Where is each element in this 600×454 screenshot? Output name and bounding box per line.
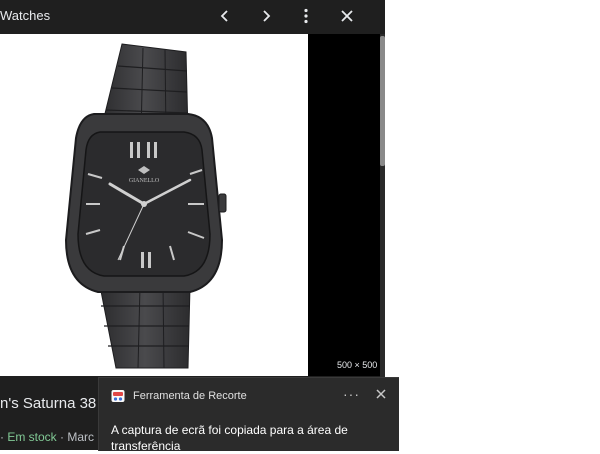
stock-status: Em stock bbox=[7, 430, 57, 444]
image-letterbox bbox=[308, 34, 380, 376]
snipping-tool-icon bbox=[111, 390, 125, 402]
close-viewer-button[interactable] bbox=[330, 0, 364, 32]
chevron-right-icon bbox=[263, 10, 271, 22]
watch-crown bbox=[218, 193, 227, 213]
lower-bracelet bbox=[99, 285, 191, 369]
chevron-left-icon bbox=[220, 10, 228, 22]
separator: · bbox=[60, 430, 65, 444]
more-vert-icon bbox=[304, 8, 308, 24]
brand-label[interactable]: Marc bbox=[67, 430, 94, 444]
next-button[interactable] bbox=[249, 0, 283, 32]
snip-notification[interactable]: Ferramenta de Recorte ··· A captura de e… bbox=[98, 377, 399, 453]
more-options-button[interactable] bbox=[289, 0, 323, 32]
notification-app-name: Ferramenta de Recorte bbox=[133, 390, 247, 402]
viewer-header: Watches bbox=[0, 0, 385, 34]
viewer-title: Watches bbox=[0, 8, 51, 23]
watch-image: GIANELLO bbox=[64, 43, 227, 369]
product-image[interactable]: GIANELLO bbox=[0, 34, 308, 376]
image-dimensions: 500 × 500 bbox=[337, 360, 378, 370]
product-meta: · Em stock · Marc bbox=[0, 430, 94, 444]
scrollbar-thumb[interactable] bbox=[380, 36, 385, 166]
product-title[interactable]: n's Saturna 38 I bbox=[0, 395, 105, 412]
previous-button[interactable] bbox=[208, 0, 242, 32]
close-icon bbox=[341, 10, 353, 22]
notification-more-button[interactable]: ··· bbox=[343, 386, 360, 402]
close-icon[interactable] bbox=[374, 387, 388, 401]
brand-text: GIANELLO bbox=[129, 178, 160, 184]
separator: · bbox=[0, 430, 4, 444]
notification-message: A captura de ecrã foi copiada para a áre… bbox=[111, 423, 348, 453]
